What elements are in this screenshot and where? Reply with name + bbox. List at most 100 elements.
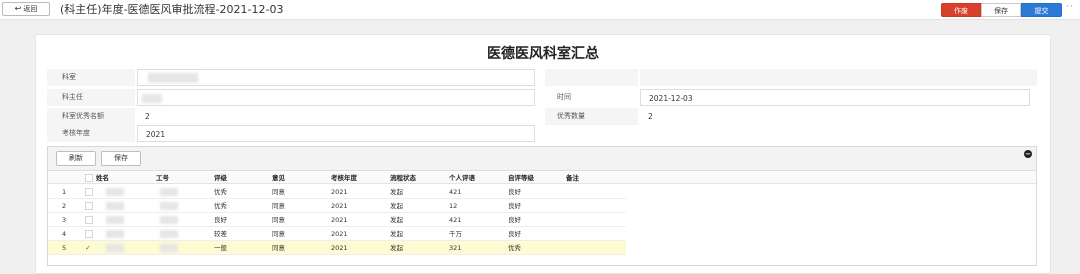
void-button[interactable]: 作废: [941, 3, 981, 17]
cell-self-grade: 良好: [508, 202, 521, 210]
table-row[interactable]: 2 优秀 同意 2021 发起 12 良好: [48, 199, 626, 213]
cell-opinion[interactable]: 同意: [272, 185, 285, 199]
action-buttons: 作废 保存 提交: [941, 3, 1062, 17]
row-index: 4: [62, 230, 67, 238]
grid-toolbar: 刷新 保存 −: [48, 147, 1036, 171]
submit-button[interactable]: 提交: [1021, 3, 1062, 17]
head-field[interactable]: [137, 89, 535, 106]
cell-self-grade: 优秀: [508, 244, 521, 252]
cell-opinion[interactable]: 同意: [272, 213, 285, 227]
cell-grade[interactable]: 优秀: [214, 185, 227, 199]
cell-status: 发起: [390, 244, 403, 252]
collapse-icon[interactable]: −: [1024, 150, 1032, 158]
redacted-name: [106, 230, 124, 238]
time-label: 时间: [545, 89, 638, 106]
redacted-id: [160, 230, 178, 238]
redacted-id: [160, 216, 178, 224]
cell-status: 发起: [390, 216, 403, 224]
dept-field[interactable]: [137, 69, 535, 86]
redacted-head: [142, 94, 162, 103]
redacted-id: [160, 202, 178, 210]
cell-status: 发起: [390, 230, 403, 238]
top-bar: ↩ 返回 (科主任)年度-医德医风审批流程-2021-12-03 作废 保存 提交…: [0, 0, 1080, 20]
col-header-opinion[interactable]: 意见: [272, 172, 285, 184]
more-menu-icon[interactable]: ··: [1066, 2, 1074, 12]
head-label: 科主任: [47, 89, 135, 106]
col-header-status[interactable]: 流程状态: [390, 172, 416, 184]
row-index: 2: [62, 202, 67, 210]
grid-save-button[interactable]: 保存: [101, 151, 141, 166]
cell-comment[interactable]: 321: [449, 241, 461, 255]
assess-year-label: 考核年度: [47, 125, 135, 142]
form-sheet: 医德医风科室汇总 科室 科主任 时间 2021-12-03 科室优秀名额 2 优…: [35, 34, 1051, 274]
empty-value-cell: [640, 69, 1037, 86]
table-row[interactable]: 4 较差 同意 2021 发起 千万 良好: [48, 227, 626, 241]
row-index: 3: [62, 216, 67, 224]
col-header-grade[interactable]: 评级: [214, 172, 227, 184]
refresh-button[interactable]: 刷新: [56, 151, 96, 166]
cell-comment[interactable]: 421: [449, 213, 461, 227]
cell-self-grade: 良好: [508, 230, 521, 238]
cell-grade[interactable]: 较差: [214, 227, 227, 241]
col-header-id[interactable]: 工号: [156, 172, 169, 184]
grid-header: 姓名 工号 评级 意见 考核年度 流程状态 个人评语 自评等级 备注: [48, 172, 1036, 184]
form-row-year: 考核年度 2021: [47, 125, 1037, 142]
save-button[interactable]: 保存: [981, 3, 1021, 17]
col-header-self-grade[interactable]: 自评等级: [508, 172, 534, 184]
redacted-name: [106, 202, 124, 210]
cell-year: 2021: [331, 216, 348, 224]
row-checkbox[interactable]: [85, 188, 93, 196]
excellent-count-label: 优秀数量: [545, 108, 638, 125]
row-checkbox[interactable]: [85, 230, 93, 238]
row-checkbox[interactable]: [85, 202, 93, 210]
redacted-name: [106, 216, 124, 224]
back-button[interactable]: ↩ 返回: [2, 2, 50, 16]
staff-grid: 刷新 保存 − 姓名 工号 评级 意见 考核年度 流程状态 个人评语 自评等级 …: [47, 146, 1037, 266]
cell-year: 2021: [331, 202, 348, 210]
cell-opinion[interactable]: 同意: [272, 227, 285, 241]
row-index: 1: [62, 188, 67, 196]
cell-grade[interactable]: 一般: [214, 241, 227, 255]
cell-comment[interactable]: 12: [449, 199, 457, 213]
redacted-id: [160, 188, 178, 196]
table-row[interactable]: 3 良好 同意 2021 发起 421 良好: [48, 213, 626, 227]
back-button-label: 返回: [23, 5, 38, 13]
excellent-quota-label: 科室优秀名额: [47, 108, 135, 125]
cell-grade[interactable]: 良好: [214, 213, 227, 227]
select-all-checkbox[interactable]: [85, 174, 93, 182]
redacted-name: [106, 188, 124, 196]
time-field[interactable]: 2021-12-03: [640, 89, 1030, 106]
row-checkbox[interactable]: [85, 216, 93, 224]
cell-self-grade: 良好: [508, 216, 521, 224]
redacted-name: [106, 244, 124, 252]
cell-year: 2021: [331, 188, 348, 196]
row-index: 5: [62, 244, 67, 252]
col-header-comment[interactable]: 个人评语: [449, 172, 475, 184]
cell-comment[interactable]: 千万: [449, 227, 462, 241]
cell-year: 2021: [331, 244, 348, 252]
page-title: (科主任)年度-医德医风审批流程-2021-12-03: [60, 3, 284, 16]
table-row[interactable]: 1 优秀 同意 2021 发起 421 良好: [48, 185, 626, 199]
cell-comment[interactable]: 421: [449, 185, 461, 199]
cell-status: 发起: [390, 202, 403, 210]
form-title: 医德医风科室汇总: [487, 46, 599, 62]
cell-opinion[interactable]: 同意: [272, 241, 285, 255]
cell-year: 2021: [331, 230, 348, 238]
form-row-quota: 科室优秀名额 2 优秀数量 2: [47, 108, 1037, 125]
cell-self-grade: 良好: [508, 188, 521, 196]
col-header-name[interactable]: 姓名: [96, 172, 109, 184]
assess-year-field[interactable]: 2021: [137, 125, 535, 142]
col-header-year[interactable]: 考核年度: [331, 172, 357, 184]
cell-status: 发起: [390, 188, 403, 196]
table-row-selected[interactable]: 5 ✓ 一般 同意 2021 发起 321 优秀: [48, 241, 626, 255]
form-row-head: 科主任 时间 2021-12-03: [47, 89, 1037, 106]
col-header-note[interactable]: 备注: [566, 172, 579, 184]
row-checkbox-checked[interactable]: ✓: [85, 244, 93, 252]
back-arrow-icon: ↩: [14, 4, 22, 13]
dept-label: 科室: [47, 69, 135, 86]
redacted-dept: [148, 73, 198, 83]
excellent-quota-value: 2: [145, 112, 150, 121]
cell-opinion[interactable]: 同意: [272, 199, 285, 213]
form-row-dept: 科室: [47, 69, 1037, 86]
cell-grade[interactable]: 优秀: [214, 199, 227, 213]
